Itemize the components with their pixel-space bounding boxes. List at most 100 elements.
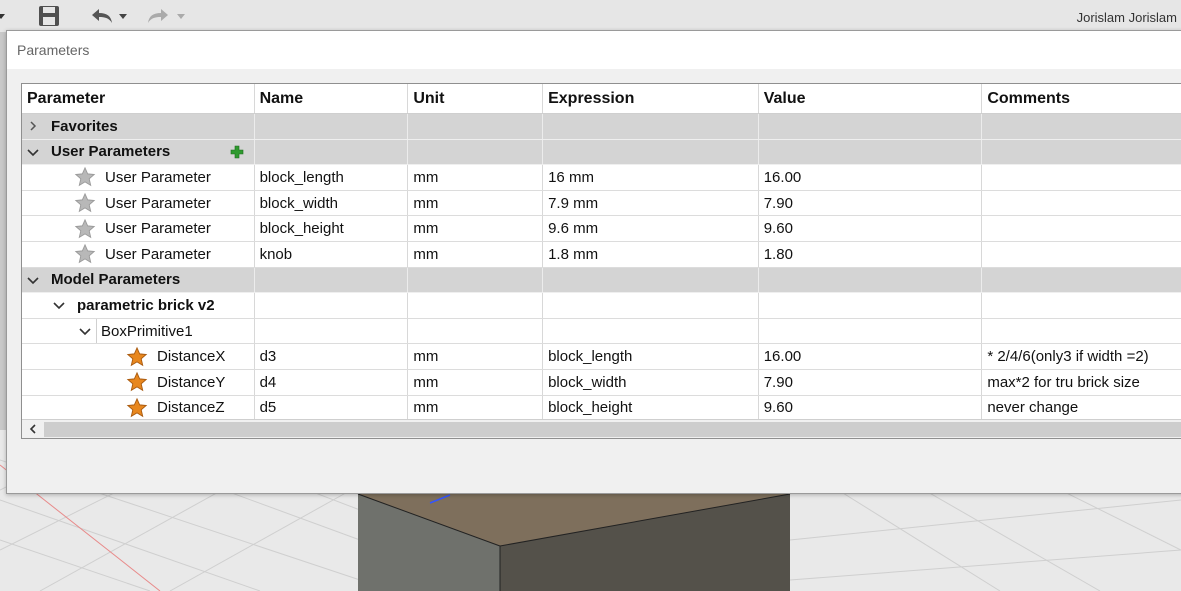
parameter-name[interactable]: d4 xyxy=(255,369,409,395)
star-outline-icon[interactable] xyxy=(74,192,96,214)
user-parameter-row[interactable]: User Parameter block_length mm 16 mm 16.… xyxy=(22,165,1181,191)
star-outline-icon[interactable] xyxy=(74,166,96,188)
column-header-value[interactable]: Value xyxy=(759,84,983,113)
parameter-comment[interactable] xyxy=(982,191,1181,216)
parameter-expression[interactable]: block_length xyxy=(543,344,759,369)
parameter-expression[interactable]: 1.8 mm xyxy=(543,241,759,267)
empty-cell xyxy=(408,114,544,139)
star-filled-icon[interactable] xyxy=(126,346,148,368)
parameter-comment[interactable]: max*2 for tru brick size xyxy=(982,370,1181,395)
parameter-comment[interactable] xyxy=(982,165,1181,190)
column-header-parameter[interactable]: Parameter xyxy=(22,84,255,113)
empty-cell xyxy=(408,267,544,293)
empty-cell xyxy=(543,139,759,165)
parameter-type-cell: DistanceZ xyxy=(22,395,255,421)
horizontal-scrollbar[interactable] xyxy=(22,419,1181,438)
feature-row[interactable]: BoxPrimitive1 xyxy=(22,318,1181,345)
empty-cell xyxy=(982,114,1181,139)
parameter-expression[interactable]: 16 mm xyxy=(543,165,759,190)
model-parameters-cell: Model Parameters xyxy=(22,267,255,293)
empty-cell xyxy=(982,268,1181,293)
parameter-expression[interactable]: block_width xyxy=(543,369,759,395)
parameter-comment[interactable] xyxy=(982,242,1181,267)
component-cell: parametric brick v2 xyxy=(22,293,255,318)
empty-cell xyxy=(759,293,983,318)
parameter-type-cell: User Parameter xyxy=(22,165,255,190)
scroll-left-icon[interactable] xyxy=(26,422,40,436)
model-parameters-group-row[interactable]: Model Parameters xyxy=(22,267,1181,294)
model-parameter-row[interactable]: DistanceX d3 mm block_length 16.00 * 2/4… xyxy=(22,344,1181,370)
user-parameter-row[interactable]: User Parameter block_width mm 7.9 mm 7.9… xyxy=(22,190,1181,217)
parameter-name[interactable]: knob xyxy=(255,241,409,267)
user-name[interactable]: Jorislam Jorislam xyxy=(1077,10,1177,25)
empty-cell xyxy=(543,267,759,293)
parameter-name[interactable]: block_length xyxy=(255,165,409,190)
parameter-comment[interactable]: * 2/4/6(only3 if width =2) xyxy=(982,344,1181,369)
parameter-expression[interactable]: 7.9 mm xyxy=(543,190,759,216)
undo-icon[interactable] xyxy=(90,4,114,28)
parameter-name[interactable]: block_width xyxy=(255,190,409,216)
user-parameter-row[interactable]: User Parameter block_height mm 9.6 mm 9.… xyxy=(22,216,1181,242)
parameter-unit[interactable]: mm xyxy=(408,216,544,241)
add-icon[interactable] xyxy=(230,145,244,159)
model-parameter-row[interactable]: DistanceY d4 mm block_width 7.90 max*2 f… xyxy=(22,369,1181,396)
column-header-comments[interactable]: Comments xyxy=(982,84,1181,113)
parameter-unit[interactable]: mm xyxy=(408,395,544,421)
column-header-unit[interactable]: Unit xyxy=(408,84,544,113)
favorites-cell: Favorites xyxy=(22,114,255,139)
empty-cell xyxy=(408,293,544,318)
user-parameters-group-row[interactable]: User Parameters xyxy=(22,139,1181,166)
parameter-value: 7.90 xyxy=(759,190,983,216)
column-header-expression[interactable]: Expression xyxy=(543,84,759,113)
parameters-dialog: Parameters Parameter Name Unit Expressio… xyxy=(6,30,1181,494)
model-parameter-row[interactable]: DistanceZ d5 mm block_height 9.60 never … xyxy=(22,395,1181,422)
component-row[interactable]: parametric brick v2 xyxy=(22,293,1181,319)
empty-cell xyxy=(255,139,409,165)
chevron-down-icon[interactable] xyxy=(78,324,92,338)
empty-cell xyxy=(255,293,409,318)
parameter-name[interactable]: d5 xyxy=(255,395,409,421)
dropdown-icon[interactable] xyxy=(176,4,186,28)
favorites-label: Favorites xyxy=(51,117,118,135)
parameter-type: User Parameter xyxy=(105,168,211,186)
chevron-down-icon[interactable] xyxy=(26,273,40,287)
dialog-titlebar[interactable]: Parameters xyxy=(7,31,1181,69)
dropdown-icon[interactable] xyxy=(118,4,128,28)
parameter-unit[interactable]: mm xyxy=(408,344,544,369)
parameter-expression[interactable]: 9.6 mm xyxy=(543,216,759,241)
table-header: Parameter Name Unit Expression Value Com… xyxy=(22,84,1181,114)
star-filled-icon[interactable] xyxy=(126,397,148,419)
parameter-type-cell: User Parameter xyxy=(22,216,255,241)
parameter-type-cell: User Parameter xyxy=(22,190,255,216)
parameter-value: 9.60 xyxy=(759,216,983,241)
empty-cell xyxy=(982,140,1181,165)
parameter-unit[interactable]: mm xyxy=(408,190,544,216)
user-parameter-row[interactable]: User Parameter knob mm 1.8 mm 1.80 xyxy=(22,241,1181,268)
scrollbar-thumb[interactable] xyxy=(44,422,1181,437)
star-filled-icon[interactable] xyxy=(126,371,148,393)
parameter-unit[interactable]: mm xyxy=(408,369,544,395)
chevron-down-icon[interactable] xyxy=(52,298,66,312)
redo-icon[interactable] xyxy=(146,4,170,28)
save-icon[interactable] xyxy=(38,4,60,28)
parameter-type-cell: User Parameter xyxy=(22,241,255,267)
parameter-unit[interactable]: mm xyxy=(408,241,544,267)
column-header-name[interactable]: Name xyxy=(255,84,409,113)
parameter-comment[interactable]: never change xyxy=(982,396,1181,421)
parameter-name[interactable]: d3 xyxy=(255,344,409,369)
chevron-right-icon[interactable] xyxy=(26,119,40,133)
parameter-value: 16.00 xyxy=(759,344,983,369)
empty-cell xyxy=(543,318,759,344)
favorites-group-row[interactable]: Favorites xyxy=(22,114,1181,140)
parameter-expression[interactable]: block_height xyxy=(543,395,759,421)
star-outline-icon[interactable] xyxy=(74,218,96,240)
parameter-comment[interactable] xyxy=(982,216,1181,241)
parameter-value: 7.90 xyxy=(759,369,983,395)
empty-cell xyxy=(255,114,409,139)
chevron-down-icon[interactable] xyxy=(26,145,40,159)
parameter-name[interactable]: block_height xyxy=(255,216,409,241)
parameter-value: 16.00 xyxy=(759,165,983,190)
star-outline-icon[interactable] xyxy=(74,243,96,265)
parameter-unit[interactable]: mm xyxy=(408,165,544,190)
dropdown-icon[interactable] xyxy=(0,4,6,28)
